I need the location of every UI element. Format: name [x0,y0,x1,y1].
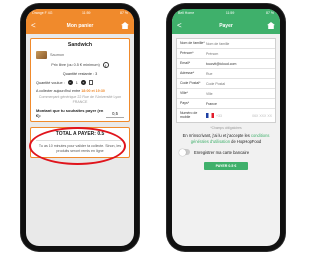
field-label: Email* [180,60,191,65]
trash-icon[interactable] [88,80,93,85]
amount-label: Montant que tu souhaites payer (en €): [36,108,104,119]
store-address: Commerçant générique 22 Rue de l'Univers… [38,95,122,104]
remaining-quantity: Quantité restante : 3 [62,72,98,76]
back-icon[interactable]: < [177,21,182,30]
field-firstname: Prénom* [177,49,275,59]
back-icon[interactable]: < [31,21,36,30]
address-input[interactable] [206,71,272,76]
lastname-input[interactable] [206,41,272,46]
price-row: Prix libre (ou 0.5 € minimum) i [36,62,124,68]
france-flag-icon[interactable] [206,113,214,118]
page-title: Mon panier [66,22,94,29]
quantity-value: 1 [75,80,78,85]
field-city: Ville* [177,89,275,99]
field-label: Ville* [180,90,188,95]
clock-text: 11:59 [81,11,91,15]
terms-suffix: de HopHopFood [231,138,262,144]
city-input[interactable] [206,91,272,96]
billing-form: Nom de famille* Prénom* Email* Adresse* … [176,38,276,123]
info-icon[interactable]: i [102,62,109,68]
product-row: Saumon [36,51,124,59]
page-title: Payer [219,22,233,29]
mobile-input[interactable]: +33 06X XXX XX [206,113,272,118]
battery-text: 87 % [266,11,274,15]
save-card-toggle[interactable] [179,148,190,156]
field-label: Pays* [180,100,190,105]
status-bar: Orange F 4G 11:59 87 % [26,9,134,17]
field-label: Prénom* [180,50,194,55]
product-name: Saumon [50,53,65,57]
pickup-info: A collecter aujourd'hui entre 18:00 et 1… [36,89,124,93]
field-label: Nom de famille* [180,40,205,45]
pay-button[interactable]: PAYER 0.5 € [204,162,248,171]
amount-input[interactable] [106,111,124,119]
field-mobile: Numéro de mobile +33 06X XXX XX [177,109,275,122]
carrier-text: Bell Home [178,11,195,15]
price-text: Prix libre (ou 0.5 € minimum) [51,63,100,67]
minus-icon[interactable]: − [67,80,73,85]
phone-cart: Orange F 4G 11:59 87 % < Mon panier Sand… [21,4,139,251]
field-lastname: Nom de famille* [177,39,275,49]
field-label: Numéro de mobile [180,110,198,119]
battery-text: 87 % [120,11,128,15]
status-bar: Bell Home 11:59 87 % [172,9,280,17]
field-label: Adresse* [180,70,195,75]
clock-text: 11:59 [225,11,235,15]
phone-payment: Bell Home 11:59 87 % < Payer Nom de fami… [167,4,285,251]
payment-screen: Bell Home 11:59 87 % < Payer Nom de fami… [172,9,280,246]
field-country: Pays* [177,99,275,109]
mobile-hint: 06X XXX XX [252,113,272,118]
quantity-label: Quantité voulue : [36,80,65,85]
postcode-input[interactable] [206,81,272,86]
annotation-circle [29,127,126,165]
field-postcode: Code Postal* [177,79,275,89]
screenshot: Orange F 4G 11:59 87 % < Mon panier Sand… [0,0,303,255]
plus-icon[interactable]: + [80,80,86,85]
terms-prefix: En m'inscrivant, j'ai lu et j'accepte le… [182,133,250,138]
field-label: Code Postal* [180,80,201,85]
save-card-row: Enregistrer ma carte bancaire [179,148,280,156]
product-category: Sandwich [67,42,93,48]
save-card-label: Enregistrer ma carte bancaire [194,149,250,155]
firstname-input[interactable] [206,51,272,56]
product-card: Sandwich Saumon Prix libre (ou 0.5 € min… [30,38,130,123]
top-nav: < Mon panier [26,17,134,34]
terms-text: En m'inscrivant, j'ai lu et j'accepte le… [172,133,280,144]
carrier-text: Orange F 4G [32,11,53,15]
product-image [36,51,47,59]
top-nav: < Payer [172,17,280,34]
dial-code: +33 [216,113,222,118]
field-email: Email* [177,59,275,69]
amount-row: Montant que tu souhaites payer (en €): [36,108,124,119]
pickup-prefix: A collecter aujourd'hui entre [36,89,81,93]
mandatory-note: *Champs obligatoires [210,126,242,130]
country-input[interactable] [206,101,272,106]
email-field[interactable] [206,61,272,66]
field-address: Adresse* [177,69,275,79]
quantity-stepper: Quantité voulue : − 1 + [36,80,124,85]
pickup-window: 18:00 et 19:30 [81,89,105,93]
